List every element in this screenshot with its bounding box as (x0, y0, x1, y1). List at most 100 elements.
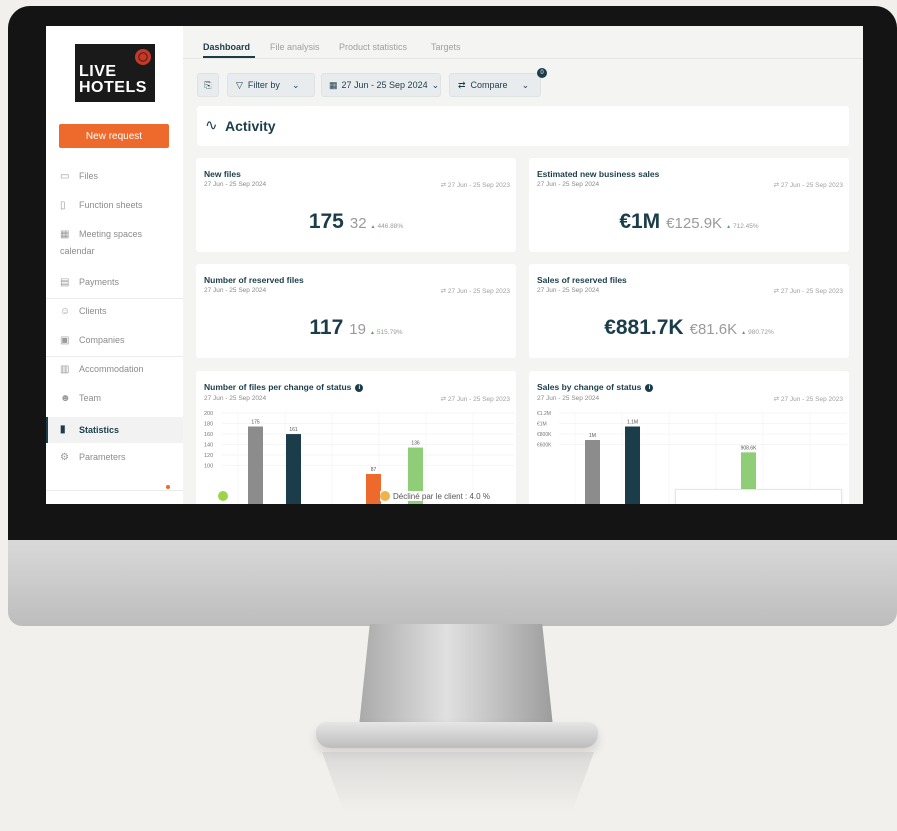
calendar-icon: ▦ (329, 79, 338, 90)
y-tick-label: 120 (204, 453, 213, 459)
team-icon: ☻ (60, 393, 71, 404)
legend-tooltip: Décliné par le client : 4.0 % (380, 491, 490, 501)
bar (248, 426, 263, 504)
nav-divider (46, 356, 183, 357)
tab-product-statistics[interactable]: Product statistics (339, 42, 407, 52)
sidebar-item-accommodation[interactable]: ▥ Accommodation (46, 364, 183, 382)
tab-file-analysis[interactable]: File analysis (270, 42, 320, 52)
hotel-icon: ▥ (60, 364, 70, 375)
logo-mark-icon (135, 49, 151, 65)
sidebar-item-parameters[interactable]: ⚙ Parameters (46, 452, 183, 470)
export-file-icon: ⎘ (204, 79, 212, 90)
sidebar-item-function-sheets[interactable]: ▯ Function sheets (46, 200, 183, 218)
kpi-previous-value: 19 (349, 321, 366, 338)
kpi-card-estimated-sales[interactable]: Estimated new business sales 27 Jun - 25… (529, 158, 849, 252)
app-screen: LIVE HOTELS New request ▭ Files ▯ Functi… (46, 26, 863, 504)
sidebar-item-clients[interactable]: ☺ Clients (46, 306, 183, 324)
y-tick-label: 200 (204, 411, 213, 417)
kpi-change: 980.72% (741, 329, 774, 336)
kpi-change: 446.88% (371, 223, 404, 230)
sidebar-item-label: Companies (79, 335, 125, 345)
y-tick-label: €1.2M (537, 411, 551, 417)
y-tick-label: €600K (537, 443, 552, 449)
kpi-compare-period: ⇄ 27 Jun - 25 Sep 2023 (440, 182, 510, 189)
folder-icon: ▭ (60, 171, 70, 182)
compare-dropdown[interactable]: ⇄ Compare ⌄ (449, 73, 541, 97)
sidebar-item-label-line2: calendar (60, 246, 95, 256)
activity-header: ∿ Activity (197, 106, 849, 146)
chart-card-files-status[interactable]: Number of files per change of status i 27… (196, 371, 516, 504)
kpi-period: 27 Jun - 25 Sep 2024 (537, 181, 600, 188)
tabs-divider (183, 58, 863, 59)
filter-label: Filter by (247, 80, 280, 90)
bar-chart-icon: ▮ (60, 424, 66, 435)
sidebar-item-label: Payments (79, 277, 120, 287)
sidebar-item-label: Meeting spaces (79, 229, 143, 239)
kpi-value: €881.7K (604, 316, 684, 339)
bar-data-label: 1M (589, 433, 596, 439)
sidebar-item-label: Statistics (79, 425, 120, 435)
kpi-change: 515.79% (370, 329, 403, 336)
sidebar-item-label: Team (79, 393, 102, 403)
kpi-period: 27 Jun - 25 Sep 2024 (204, 287, 267, 294)
filter-icon: ▽ (236, 79, 243, 90)
activity-pulse-icon: ∿ (205, 117, 218, 134)
sidebar-item-payments[interactable]: ▤ Payments (46, 277, 183, 295)
legend-swatch (380, 491, 390, 501)
sidebar-item-files[interactable]: ▭ Files (46, 171, 183, 189)
sidebar-item-companies[interactable]: ▣ Companies (46, 335, 183, 353)
new-request-button[interactable]: New request (59, 124, 169, 148)
kpi-compare-period-text: 27 Jun - 25 Sep 2023 (780, 288, 843, 295)
chevron-down-icon: ⌄ (521, 79, 530, 90)
kpi-card-reserved-sales[interactable]: Sales of reserved files 27 Jun - 25 Sep … (529, 264, 849, 358)
kpi-period: 27 Jun - 25 Sep 2024 (204, 181, 267, 188)
tab-targets[interactable]: Targets (431, 42, 461, 52)
nav-divider (46, 298, 183, 299)
kpi-value: 117 (309, 316, 344, 339)
files-status-bar-chart: 200 180 160 140 120 100 175 161 87 136 (204, 411, 514, 504)
compare-icon: ⇄ (458, 79, 466, 90)
monitor-base (316, 722, 598, 748)
filter-dropdown[interactable]: ▽ Filter by ⌄ (227, 73, 315, 97)
legend-tooltip-text: Décliné par le client : 4.0 % (393, 492, 490, 501)
users-icon: ☺ (60, 306, 71, 317)
kpi-card-reserved-files[interactable]: Number of reserved files 27 Jun - 25 Sep… (196, 264, 516, 358)
tab-dashboard[interactable]: Dashboard (203, 42, 250, 52)
compare-count-badge: 0 (537, 68, 547, 78)
sidebar-item-label: Accommodation (79, 364, 144, 374)
sidebar-item-team[interactable]: ☻ Team (46, 393, 183, 411)
date-range-picker[interactable]: ▦ 27 Jun - 25 Sep 2024 ⌄ (321, 73, 441, 97)
sidebar-item-statistics[interactable]: ▮ Statistics (46, 417, 183, 443)
kpi-card-new-files[interactable]: New files 27 Jun - 25 Sep 2024 ⇄ 27 Jun … (196, 158, 516, 252)
kpi-previous-value: €81.6K (689, 321, 738, 338)
monitor-stand (358, 624, 554, 736)
bar-data-label: 87 (371, 467, 377, 473)
date-range-label: 27 Jun - 25 Sep 2024 (341, 80, 428, 90)
kpi-value: €1M (619, 210, 661, 233)
legend-item[interactable] (218, 491, 231, 501)
chevron-down-icon: ⌄ (291, 79, 300, 90)
kpi-title: Estimated new business sales (537, 169, 660, 179)
kpi-values: €1M €125.9K712.45% (529, 210, 849, 234)
bar-data-label: 136 (411, 441, 420, 447)
brand-logo[interactable]: LIVE HOTELS (75, 44, 155, 102)
chart-card-sales-status[interactable]: Sales by change of status i 27 Jun - 25 S… (529, 371, 849, 504)
y-tick-label: €800K (537, 432, 552, 438)
nav-divider (46, 490, 183, 491)
building-icon: ▣ (60, 335, 70, 346)
export-button[interactable]: ⎘ (197, 73, 219, 97)
bar-data-label: 908.6K (741, 445, 758, 451)
monitor-chin (8, 540, 897, 626)
kpi-compare-period: ⇄ 27 Jun - 25 Sep 2023 (440, 288, 510, 295)
bar-data-label: 161 (289, 427, 298, 433)
kpi-compare-period-text: 27 Jun - 25 Sep 2023 (447, 182, 510, 189)
kpi-previous-value: €125.9K (666, 215, 723, 232)
gear-icon: ⚙ (60, 452, 69, 463)
kpi-values: 175 32 446.88% (196, 210, 516, 234)
y-tick-label: 180 (204, 422, 213, 428)
bar (625, 426, 640, 504)
card-icon: ▤ (60, 277, 70, 288)
kpi-values: 117 19 515.79% (196, 316, 516, 340)
sidebar-item-label: Files (79, 171, 99, 181)
sidebar-item-meeting-spaces[interactable]: ▦ Meeting spaces calendar (46, 229, 183, 263)
